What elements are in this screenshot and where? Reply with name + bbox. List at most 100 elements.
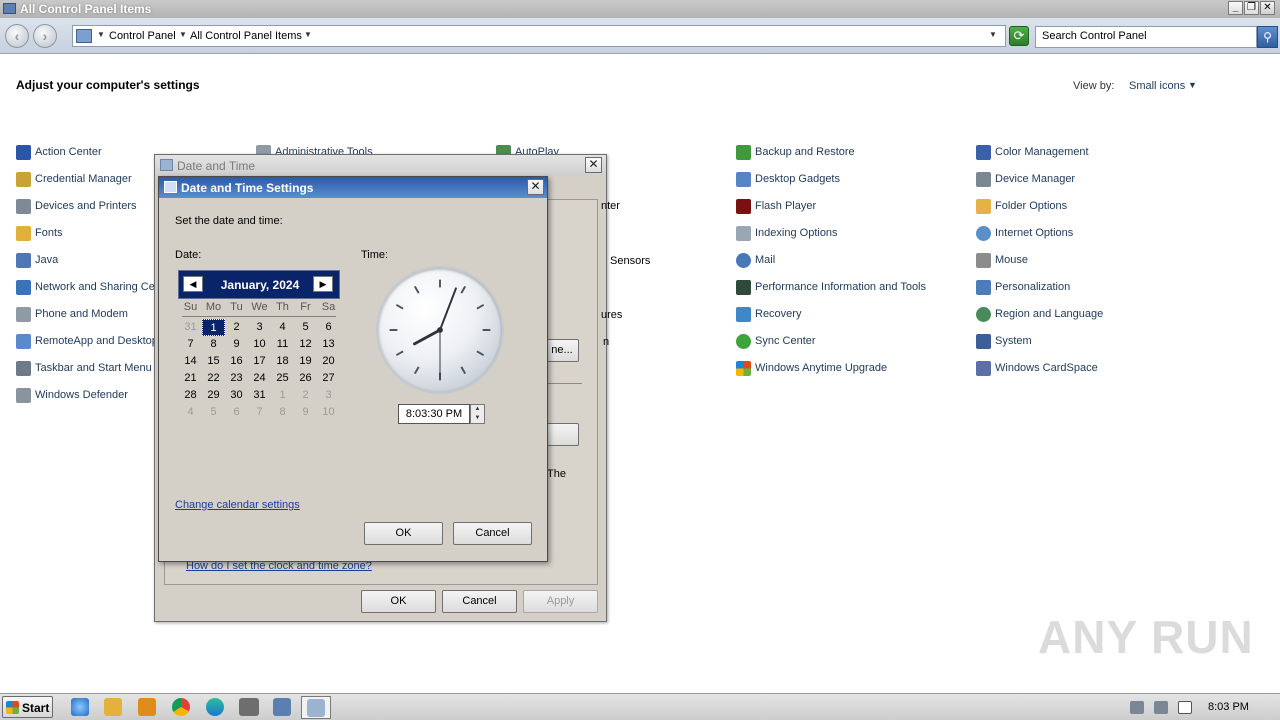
cancel-button[interactable]: Cancel <box>442 590 517 613</box>
time-input[interactable]: 8:03:30 PM <box>398 404 470 424</box>
forward-button[interactable]: › <box>33 24 57 48</box>
minimize-button[interactable]: _ <box>1228 1 1243 15</box>
refresh-button[interactable]: ⟳ <box>1009 26 1029 46</box>
calendar-day[interactable]: 7 <box>179 336 202 353</box>
calendar-day[interactable]: 7 <box>248 404 271 421</box>
minute-hand <box>439 287 457 331</box>
calendar-day[interactable]: 14 <box>179 353 202 370</box>
back-button[interactable]: ‹ <box>5 24 29 48</box>
calendar-day[interactable]: 12 <box>294 336 317 353</box>
start-button[interactable]: Start <box>2 696 53 718</box>
close-button[interactable]: ✕ <box>527 179 544 195</box>
page-title: Adjust your computer's settings <box>16 78 200 92</box>
calendar-day[interactable]: 18 <box>271 353 294 370</box>
chevron-right-icon[interactable]: ▼ <box>304 30 312 39</box>
calendar-day[interactable]: 5 <box>202 404 225 421</box>
calendar-day[interactable]: 10 <box>317 404 340 421</box>
media-player-icon[interactable] <box>138 698 156 716</box>
calendar-day[interactable]: 1 <box>202 319 225 336</box>
network-icon[interactable] <box>1154 701 1168 714</box>
calendar-day[interactable]: 23 <box>225 370 248 387</box>
view-by-dropdown[interactable]: Small icons <box>1129 80 1185 92</box>
calendar-day[interactable]: 4 <box>179 404 202 421</box>
breadcrumb-control-panel[interactable]: Control Panel <box>109 30 176 42</box>
divider <box>182 316 336 317</box>
breadcrumb-all-items[interactable]: All Control Panel Items <box>190 30 302 42</box>
address-box[interactable]: ▼ Control Panel ▼ All Control Panel Item… <box>72 25 1006 47</box>
cancel-button[interactable]: Cancel <box>453 522 532 545</box>
time-spinner[interactable]: ▲ ▼ <box>470 404 485 424</box>
calendar-day[interactable]: 15 <box>202 353 225 370</box>
taskbar-date-time-button[interactable] <box>301 696 331 719</box>
calendar-day[interactable]: 24 <box>248 370 271 387</box>
hour-hand <box>413 328 442 346</box>
taskbar-icon <box>16 361 31 376</box>
calendar-day[interactable]: 2 <box>294 387 317 404</box>
internet-explorer-icon[interactable] <box>71 698 89 716</box>
maximize-button[interactable]: ❐ <box>1244 1 1259 15</box>
change-calendar-settings-link[interactable]: Change calendar settings <box>175 499 300 511</box>
ok-button[interactable]: OK <box>361 590 436 613</box>
mail-icon <box>736 253 751 268</box>
calendar-day[interactable]: 31 <box>248 387 271 404</box>
taskbar-clock[interactable]: 8:03 PM <box>1208 701 1249 713</box>
control-panel-icon[interactable] <box>273 698 291 716</box>
partial-text: nter <box>601 200 620 212</box>
chevron-down-icon[interactable]: ▼ <box>1188 80 1197 90</box>
calendar-day[interactable]: 29 <box>202 387 225 404</box>
calendar-day[interactable]: 10 <box>248 336 271 353</box>
file-explorer-icon[interactable] <box>104 698 122 716</box>
calendar-day[interactable]: 11 <box>271 336 294 353</box>
taskbar: Start 8:03 PM <box>0 693 1280 720</box>
calendar-day[interactable]: 26 <box>294 370 317 387</box>
calendar-day[interactable]: 27 <box>317 370 340 387</box>
calendar-day[interactable]: 4 <box>271 319 294 336</box>
calendar-day[interactable]: 3 <box>317 387 340 404</box>
calendar-day[interactable]: 3 <box>248 319 271 336</box>
calendar-day[interactable]: 17 <box>248 353 271 370</box>
calendar-day[interactable]: 19 <box>294 353 317 370</box>
search-input[interactable]: Search Control Panel <box>1035 26 1257 48</box>
calendar-day[interactable]: 6 <box>225 404 248 421</box>
flag-icon[interactable] <box>1178 701 1192 714</box>
calendar-day[interactable]: 8 <box>271 404 294 421</box>
speaker-icon[interactable] <box>1130 701 1144 714</box>
keyboard-icon[interactable] <box>239 698 259 716</box>
calendar-day[interactable]: 13 <box>317 336 340 353</box>
search-icon[interactable]: ⚲ <box>1257 26 1278 48</box>
change-time-zone-button[interactable] <box>545 423 579 446</box>
change-date-time-button[interactable]: ne... <box>545 339 579 362</box>
edge-icon[interactable] <box>206 698 224 716</box>
chevron-right-icon[interactable]: ▼ <box>97 30 105 39</box>
sync-icon <box>736 334 751 349</box>
ok-button[interactable]: OK <box>364 522 443 545</box>
chevron-right-icon[interactable]: ▼ <box>179 30 187 39</box>
next-month-button[interactable]: ▶ <box>313 276 333 292</box>
calendar-day[interactable]: 16 <box>225 353 248 370</box>
spin-down-icon[interactable]: ▼ <box>471 414 484 423</box>
calendar-day[interactable]: 25 <box>271 370 294 387</box>
calendar-day[interactable]: 1 <box>271 387 294 404</box>
folder-icon <box>976 199 991 214</box>
calendar-day[interactable]: 28 <box>179 387 202 404</box>
calendar-day[interactable]: 8 <box>202 336 225 353</box>
calendar-day[interactable]: 20 <box>317 353 340 370</box>
close-button[interactable]: ✕ <box>585 157 602 173</box>
calendar-day[interactable]: 21 <box>179 370 202 387</box>
calendar-day[interactable]: 30 <box>225 387 248 404</box>
calendar-day[interactable]: 5 <box>294 319 317 336</box>
chrome-icon[interactable] <box>172 698 190 716</box>
clock-tick <box>460 366 467 375</box>
weekday-header: Th <box>276 301 289 313</box>
calendar-day[interactable]: 9 <box>294 404 317 421</box>
calendar-day[interactable]: 6 <box>317 319 340 336</box>
windows-logo-icon <box>736 361 751 376</box>
chevron-down-icon[interactable]: ▼ <box>989 30 997 39</box>
close-button[interactable]: ✕ <box>1260 1 1275 15</box>
weekday-header: Su <box>183 301 198 313</box>
spin-up-icon[interactable]: ▲ <box>471 405 484 414</box>
calendar-day[interactable]: 9 <box>225 336 248 353</box>
calendar-day[interactable]: 2 <box>225 319 248 336</box>
calendar-day[interactable]: 22 <box>202 370 225 387</box>
calendar-day[interactable]: 31 <box>179 319 202 336</box>
